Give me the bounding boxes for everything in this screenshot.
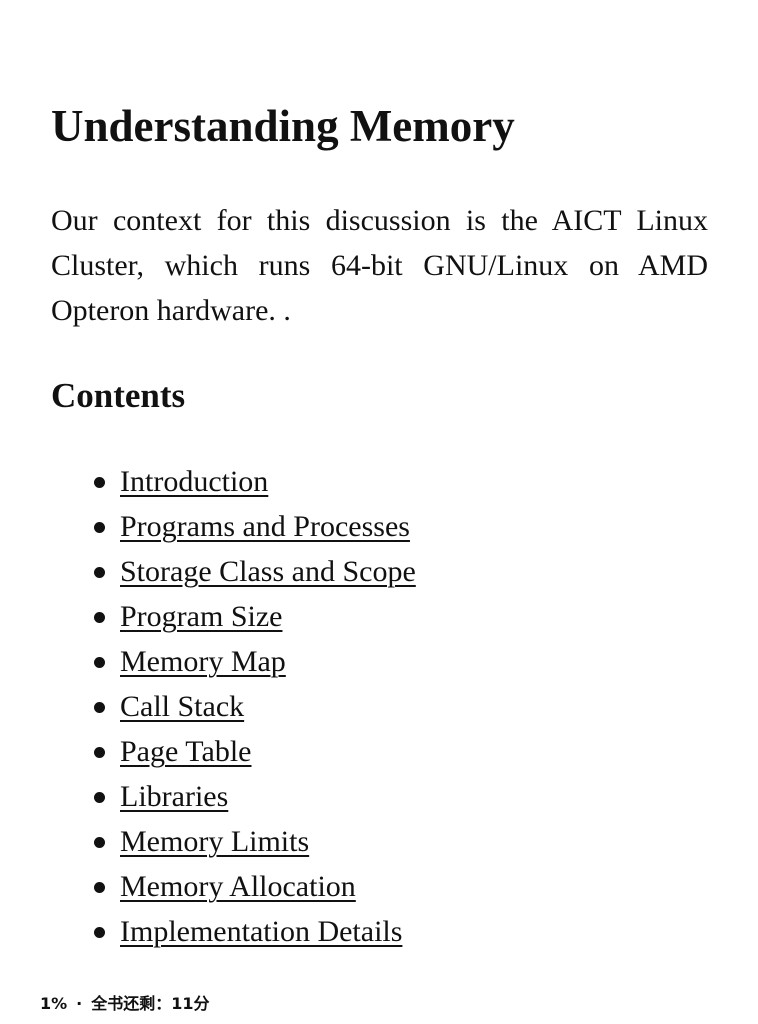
- reading-progress: 1%: [40, 994, 68, 1013]
- toc-item-libraries: Libraries: [51, 774, 416, 819]
- toc-link-page-table[interactable]: Page Table: [120, 735, 251, 768]
- intro-paragraph: Our context for this discussion is the A…: [51, 204, 708, 327]
- bullet-icon: [94, 522, 105, 533]
- bullet-icon: [94, 747, 105, 758]
- toc-item-programs-and-processes: Programs and Processes: [51, 504, 416, 549]
- toc-item-memory-limits: Memory Limits: [51, 819, 416, 864]
- toc-item-memory-allocation: Memory Allocation: [51, 864, 416, 909]
- bullet-icon: [94, 657, 105, 668]
- bullet-icon: [94, 702, 105, 713]
- toc-link-libraries[interactable]: Libraries: [120, 780, 228, 813]
- toc-link-storage-class-and-scope[interactable]: Storage Class and Scope: [120, 555, 416, 588]
- toc-item-introduction: Introduction: [51, 459, 416, 504]
- table-of-contents: Introduction Programs and Processes Stor…: [51, 459, 416, 954]
- toc-item-call-stack: Call Stack: [51, 684, 416, 729]
- bullet-icon: [94, 477, 105, 488]
- toc-link-introduction[interactable]: Introduction: [120, 465, 268, 498]
- bullet-icon: [94, 567, 105, 578]
- toc-link-programs-and-processes[interactable]: Programs and Processes: [120, 510, 410, 543]
- toc-item-storage-class-and-scope: Storage Class and Scope: [51, 549, 416, 594]
- bullet-icon: [94, 837, 105, 848]
- toc-item-memory-map: Memory Map: [51, 639, 416, 684]
- bullet-icon: [94, 612, 105, 623]
- status-separator: ·: [76, 994, 83, 1013]
- page-title: Understanding Memory: [51, 101, 515, 151]
- reading-status-bar: 1% · 全书还剩：11分: [40, 992, 210, 1016]
- toc-link-memory-limits[interactable]: Memory Limits: [120, 825, 309, 858]
- toc-link-program-size[interactable]: Program Size: [120, 600, 282, 633]
- toc-link-call-stack[interactable]: Call Stack: [120, 690, 244, 723]
- bullet-icon: [94, 792, 105, 803]
- contents-heading: Contents: [51, 376, 186, 415]
- time-remaining: 全书还剩：11分: [91, 994, 210, 1013]
- toc-item-page-table: Page Table: [51, 729, 416, 774]
- bullet-icon: [94, 927, 105, 938]
- toc-link-implementation-details[interactable]: Implementation Details: [120, 915, 402, 948]
- toc-link-memory-allocation[interactable]: Memory Allocation: [120, 870, 356, 903]
- bullet-icon: [94, 882, 105, 893]
- toc-item-implementation-details: Implementation Details: [51, 909, 416, 954]
- toc-item-program-size: Program Size: [51, 594, 416, 639]
- toc-link-memory-map[interactable]: Memory Map: [120, 645, 286, 678]
